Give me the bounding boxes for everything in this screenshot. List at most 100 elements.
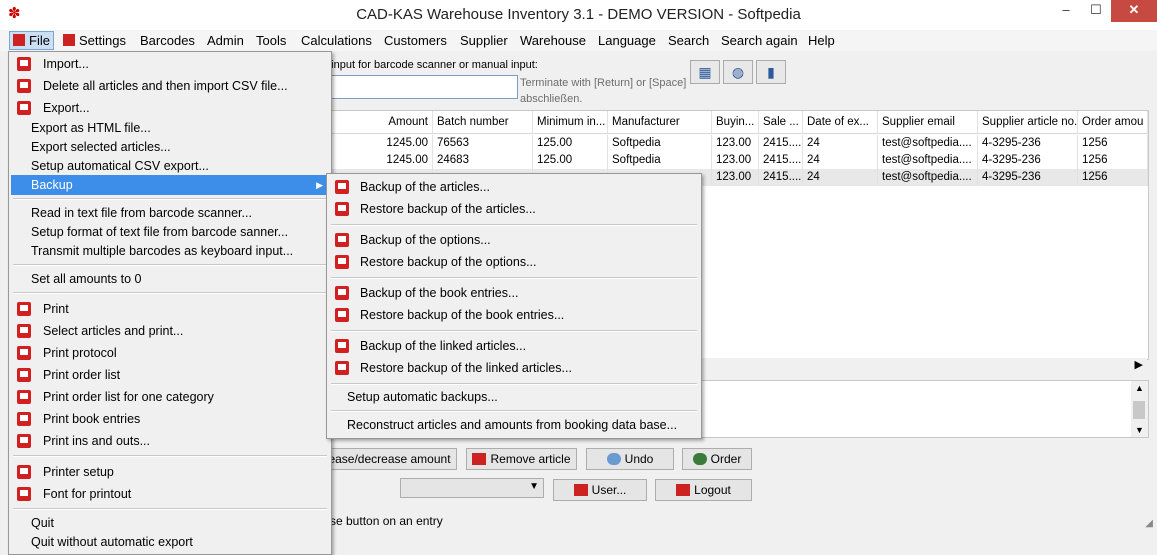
menu-item-backup-articles[interactable]: Backup of the articles... — [329, 177, 699, 197]
menu-calculations[interactable]: Calculations — [298, 32, 375, 49]
file-menu: Import... Delete all articles and then i… — [8, 51, 332, 555]
restore-icon — [335, 361, 349, 375]
menu-settings[interactable]: Settings — [60, 32, 129, 49]
close-button[interactable]: ✕ — [1111, 0, 1157, 22]
menu-item-quit-no-export[interactable]: Quit without automatic export — [11, 532, 329, 552]
menu-language[interactable]: Language — [595, 32, 659, 49]
cell-amount: 1245.00 — [331, 135, 433, 152]
column-header[interactable]: Sale ... — [759, 111, 803, 133]
table-row[interactable]: 1245.00 24683 125.00 Softpedia 123.00 24… — [331, 152, 1148, 169]
printer-icon — [17, 434, 31, 448]
column-header[interactable]: Amount — [331, 111, 433, 133]
scroll-up-icon[interactable]: ▲ — [1135, 383, 1144, 393]
menu-item-restore-options[interactable]: Restore backup of the options... — [329, 252, 699, 272]
menu-tools[interactable]: Tools — [253, 32, 289, 49]
menu-item-print-order-list[interactable]: Print order list — [11, 365, 329, 385]
menu-item-set-amounts[interactable]: Set all amounts to 0 — [11, 269, 329, 289]
menu-item-export-selected[interactable]: Export selected articles... — [11, 137, 329, 157]
menu-supplier[interactable]: Supplier — [457, 32, 511, 49]
cell-buying: 123.00 — [712, 169, 759, 186]
vertical-scrollbar[interactable]: ▲ ▼ — [1131, 381, 1148, 437]
user-button[interactable]: User... — [553, 479, 647, 501]
menu-item-printer-setup[interactable]: Printer setup — [11, 462, 329, 482]
book-icon[interactable]: ▮ — [756, 60, 786, 84]
minimize-button[interactable]: – — [1051, 0, 1081, 22]
menu-item-print-protocol[interactable]: Print protocol — [11, 343, 329, 363]
menu-warehouse[interactable]: Warehouse — [517, 32, 589, 49]
menu-item-print[interactable]: Print — [11, 299, 329, 319]
menu-item-setup-format[interactable]: Setup format of text file from barcode s… — [11, 222, 329, 242]
menu-search-again[interactable]: Search again — [718, 32, 801, 49]
column-header[interactable]: Batch number — [433, 111, 533, 133]
column-header[interactable]: Buyin... — [712, 111, 759, 133]
scroll-right-icon[interactable]: ▶ — [1135, 358, 1143, 371]
scroll-down-icon[interactable]: ▼ — [1135, 425, 1144, 435]
column-header[interactable]: Supplier email — [878, 111, 978, 133]
status-bar: se button on an entry — [330, 514, 443, 528]
menu-item-reconstruct[interactable]: Reconstruct articles and amounts from bo… — [329, 415, 699, 435]
column-header[interactable]: Minimum in... — [533, 111, 608, 133]
printer-icon — [17, 324, 31, 338]
menu-item-import[interactable]: Import... — [11, 54, 329, 74]
logout-button[interactable]: Logout — [655, 479, 752, 501]
menu-item-print-book[interactable]: Print book entries — [11, 409, 329, 429]
cell-order: 1256 — [1078, 135, 1148, 152]
menu-help[interactable]: Help — [805, 32, 838, 49]
menu-item-restore-articles[interactable]: Restore backup of the articles... — [329, 199, 699, 219]
menu-item-backup[interactable]: Backup ▶ — [11, 175, 329, 195]
remove-article-button[interactable]: Remove article — [466, 448, 577, 470]
menu-item-delete-import[interactable]: Delete all articles and then import CSV … — [11, 76, 329, 96]
printer-icon — [17, 368, 31, 382]
menu-item-backup-options[interactable]: Backup of the options... — [329, 230, 699, 250]
column-header[interactable]: Date of ex... — [803, 111, 878, 133]
resize-grip-icon[interactable]: ◢ — [1145, 518, 1153, 529]
logout-icon — [676, 484, 691, 496]
column-header[interactable]: Order amou — [1078, 111, 1148, 133]
globe-icon[interactable]: ◍ — [723, 60, 753, 84]
menu-separator — [13, 264, 327, 266]
menu-item-print-category[interactable]: Print order list for one category — [11, 387, 329, 407]
menu-item-quit[interactable]: Quit — [11, 513, 329, 533]
undo-button[interactable]: Undo — [586, 448, 674, 470]
submenu-arrow-icon: ▶ — [316, 180, 323, 190]
menu-item-setup-backups[interactable]: Setup automatic backups... — [329, 387, 699, 407]
increase-decrease-button[interactable]: ease/decrease amount — [322, 448, 457, 470]
cell-article-no: 4-3295-236 — [978, 135, 1078, 152]
menu-file[interactable]: File — [9, 31, 54, 50]
floppy-icon — [13, 34, 25, 46]
undo-icon — [606, 453, 621, 465]
cell-batch: 76563 — [433, 135, 533, 152]
cell-article-no: 4-3295-236 — [978, 152, 1078, 169]
menu-item-backup-book[interactable]: Backup of the book entries... — [329, 283, 699, 303]
menu-item-font-printout[interactable]: Font for printout — [11, 484, 329, 504]
menu-item-print-ins-outs[interactable]: Print ins and outs... — [11, 431, 329, 451]
backup-icon — [335, 233, 349, 247]
export-icon — [17, 101, 31, 115]
menu-item-read-text[interactable]: Read in text file from barcode scanner..… — [11, 203, 329, 223]
restore-icon — [335, 202, 349, 216]
calculator-icon[interactable]: ▦ — [690, 60, 720, 84]
scanner-label: e input for barcode scanner or manual in… — [322, 59, 538, 71]
menu-admin[interactable]: Admin — [204, 32, 247, 49]
menu-item-select-print[interactable]: Select articles and print... — [11, 321, 329, 341]
table-row[interactable]: 1245.00 76563 125.00 Softpedia 123.00 24… — [331, 135, 1148, 152]
column-header[interactable]: Manufacturer — [608, 111, 712, 133]
menu-item-setup-csv[interactable]: Setup automatical CSV export... — [11, 156, 329, 176]
menu-item-restore-book[interactable]: Restore backup of the book entries... — [329, 305, 699, 325]
menu-item-transmit[interactable]: Transmit multiple barcodes as keyboard i… — [11, 241, 329, 261]
chevron-down-icon: ▼ — [529, 481, 539, 492]
barcode-input[interactable] — [322, 75, 518, 99]
menu-item-export-html[interactable]: Export as HTML file... — [11, 118, 329, 138]
menu-item-restore-linked[interactable]: Restore backup of the linked articles... — [329, 358, 699, 378]
user-select[interactable]: ▼ — [400, 478, 544, 498]
menu-search[interactable]: Search — [665, 32, 712, 49]
cell-order: 1256 — [1078, 169, 1148, 186]
menu-item-export[interactable]: Export... — [11, 98, 329, 118]
column-header[interactable]: Supplier article no. — [978, 111, 1078, 133]
maximize-button[interactable]: ☐ — [1081, 0, 1111, 22]
order-button[interactable]: Order — [682, 448, 752, 470]
menu-customers[interactable]: Customers — [381, 32, 450, 49]
scrollbar-thumb[interactable] — [1133, 401, 1145, 419]
menu-barcodes[interactable]: Barcodes — [137, 32, 198, 49]
menu-item-backup-linked[interactable]: Backup of the linked articles... — [329, 336, 699, 356]
